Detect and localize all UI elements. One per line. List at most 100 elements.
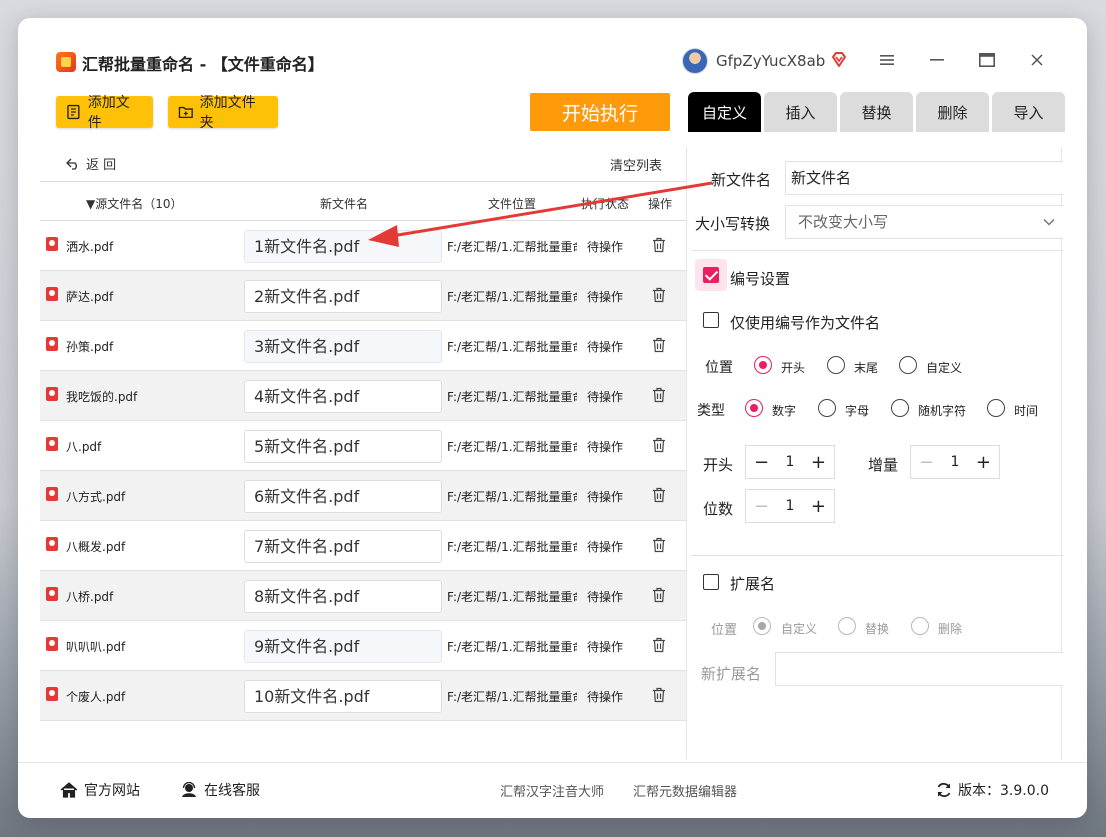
plus-icon[interactable]: + bbox=[811, 452, 826, 473]
tab-delete[interactable]: 删除 bbox=[916, 92, 989, 132]
table-row[interactable]: 八概发.pdf 7新文件名.pdf F:/老汇帮/1.汇帮批量重命名 待操作 bbox=[40, 521, 686, 571]
divider bbox=[691, 250, 1063, 251]
ext-radio-custom[interactable] bbox=[753, 617, 771, 635]
tab-custom[interactable]: 自定义 bbox=[688, 92, 761, 132]
new-file-name[interactable]: 5新文件名.pdf bbox=[244, 430, 442, 463]
back-label: 返 回 bbox=[86, 158, 117, 173]
trash-icon[interactable] bbox=[652, 637, 666, 653]
plus-icon[interactable]: + bbox=[976, 452, 991, 473]
file-location: F:/老汇帮/1.汇帮批量重命名 bbox=[447, 240, 577, 254]
table-row[interactable]: 个废人.pdf 10新文件名.pdf F:/老汇帮/1.汇帮批量重命名 待操作 bbox=[40, 671, 686, 721]
increment-stepper[interactable]: − 1 + bbox=[910, 445, 1000, 479]
table-row[interactable]: 我吃饭的.pdf 4新文件名.pdf F:/老汇帮/1.汇帮批量重命名 待操作 bbox=[40, 371, 686, 421]
table-header: ▼源文件名（10） 新文件名 文件位置 执行状态 操作 bbox=[40, 181, 686, 221]
online-service-label: 在线客服 bbox=[204, 783, 260, 799]
new-file-name[interactable]: 1新文件名.pdf bbox=[244, 230, 442, 263]
table-row[interactable]: 萨达.pdf 2新文件名.pdf F:/老汇帮/1.汇帮批量重命名 待操作 bbox=[40, 271, 686, 321]
position-radio-start[interactable] bbox=[754, 356, 772, 374]
increment-value[interactable]: 1 bbox=[951, 454, 960, 470]
start-stepper[interactable]: − 1 + bbox=[745, 445, 835, 479]
ext-radio-replace[interactable] bbox=[838, 617, 856, 635]
trash-icon[interactable] bbox=[652, 587, 666, 603]
add-folder-button[interactable]: 添加文件夹 bbox=[168, 95, 278, 131]
new-file-name[interactable]: 10新文件名.pdf bbox=[244, 680, 442, 713]
maximize-icon[interactable] bbox=[975, 48, 999, 72]
position-radio-end[interactable] bbox=[827, 356, 845, 374]
exec-status: 待操作 bbox=[587, 240, 624, 254]
version-label: 版本：3.9.0.0 bbox=[958, 783, 1049, 799]
new-name-input[interactable]: 新文件名 bbox=[785, 161, 1063, 195]
trash-icon[interactable] bbox=[652, 287, 666, 303]
exec-status: 待操作 bbox=[587, 490, 624, 504]
minus-icon[interactable]: − bbox=[754, 452, 769, 473]
back-button[interactable]: 返 回 bbox=[66, 154, 116, 173]
version-info[interactable]: 版本：3.9.0.0 bbox=[936, 780, 1049, 800]
add-file-button[interactable]: 添加文件 bbox=[56, 95, 153, 131]
minimize-icon[interactable] bbox=[925, 48, 949, 72]
source-header-label: 源文件名（10） bbox=[95, 197, 183, 211]
minus-icon[interactable]: − bbox=[919, 452, 934, 473]
trash-icon[interactable] bbox=[652, 387, 666, 403]
trash-icon[interactable] bbox=[652, 237, 666, 253]
start-execute-button[interactable]: 开始执行 bbox=[530, 93, 670, 131]
vip-diamond-icon[interactable] bbox=[830, 51, 848, 69]
trash-icon[interactable] bbox=[652, 487, 666, 503]
file-location: F:/老汇帮/1.汇帮批量重命名 bbox=[447, 440, 577, 454]
position-label: 位置 bbox=[705, 360, 733, 376]
user-avatar[interactable] bbox=[682, 48, 708, 74]
tab-import[interactable]: 导入 bbox=[992, 92, 1065, 132]
online-service-link[interactable]: 在线客服 bbox=[180, 780, 260, 800]
menu-icon[interactable] bbox=[875, 48, 899, 72]
trash-icon[interactable] bbox=[652, 337, 666, 353]
case-label: 大小写转换 bbox=[695, 215, 771, 233]
new-file-name[interactable]: 2新文件名.pdf bbox=[244, 280, 442, 313]
table-row[interactable]: 洒水.pdf 1新文件名.pdf F:/老汇帮/1.汇帮批量重命名 待操作 bbox=[40, 221, 686, 271]
trash-icon[interactable] bbox=[652, 537, 666, 553]
minus-icon[interactable]: − bbox=[754, 496, 769, 517]
exec-status: 待操作 bbox=[587, 590, 624, 604]
type-radio-letter[interactable] bbox=[818, 399, 836, 417]
add-folder-label: 添加文件夹 bbox=[199, 95, 256, 131]
new-file-name[interactable]: 9新文件名.pdf bbox=[244, 630, 442, 663]
start-value[interactable]: 1 bbox=[786, 454, 795, 470]
exec-status: 待操作 bbox=[587, 290, 624, 304]
table-row[interactable]: 叭叭叭.pdf 9新文件名.pdf F:/老汇帮/1.汇帮批量重命名 待操作 bbox=[40, 621, 686, 671]
case-select[interactable]: 不改变大小写 bbox=[785, 205, 1063, 239]
extension-checkbox[interactable] bbox=[703, 574, 719, 590]
plus-icon[interactable]: + bbox=[811, 496, 826, 517]
table-row[interactable]: 八桥.pdf 8新文件名.pdf F:/老汇帮/1.汇帮批量重命名 待操作 bbox=[40, 571, 686, 621]
tab-insert[interactable]: 插入 bbox=[764, 92, 837, 132]
pdf-file-icon bbox=[46, 637, 58, 651]
sort-source-header[interactable]: ▼源文件名（10） bbox=[86, 195, 183, 212]
ext-position-label: 位置 bbox=[711, 623, 738, 638]
trash-icon[interactable] bbox=[652, 437, 666, 453]
type-radio-number[interactable] bbox=[745, 399, 763, 417]
new-ext-input[interactable] bbox=[775, 652, 1063, 686]
source-file-name: 八概发.pdf bbox=[66, 540, 126, 554]
tab-replace[interactable]: 替换 bbox=[840, 92, 913, 132]
username[interactable]: GfpZyYucX8ab bbox=[716, 52, 825, 70]
new-file-name[interactable]: 6新文件名.pdf bbox=[244, 480, 442, 513]
metadata-editor-link[interactable]: 汇帮元数据编辑器 bbox=[633, 781, 737, 800]
close-icon[interactable] bbox=[1025, 48, 1049, 72]
type-radio-time[interactable] bbox=[987, 399, 1005, 417]
new-file-name[interactable]: 8新文件名.pdf bbox=[244, 580, 442, 613]
digits-value[interactable]: 1 bbox=[786, 498, 795, 514]
new-file-name[interactable]: 7新文件名.pdf bbox=[244, 530, 442, 563]
new-file-name[interactable]: 4新文件名.pdf bbox=[244, 380, 442, 413]
trash-icon[interactable] bbox=[652, 687, 666, 703]
digits-stepper[interactable]: − 1 + bbox=[745, 489, 835, 523]
table-row[interactable]: 八方式.pdf 6新文件名.pdf F:/老汇帮/1.汇帮批量重命名 待操作 bbox=[40, 471, 686, 521]
table-row[interactable]: 八.pdf 5新文件名.pdf F:/老汇帮/1.汇帮批量重命名 待操作 bbox=[40, 421, 686, 471]
pinyin-app-link[interactable]: 汇帮汉字注音大师 bbox=[500, 781, 604, 800]
clear-list-button[interactable]: 清空列表 bbox=[610, 155, 662, 174]
source-file-name: 洒水.pdf bbox=[66, 240, 114, 254]
new-file-name[interactable]: 3新文件名.pdf bbox=[244, 330, 442, 363]
position-radio-custom[interactable] bbox=[899, 356, 917, 374]
numbering-checkbox[interactable] bbox=[703, 267, 719, 283]
table-row[interactable]: 孙策.pdf 3新文件名.pdf F:/老汇帮/1.汇帮批量重命名 待操作 bbox=[40, 321, 686, 371]
official-website-link[interactable]: 官方网站 bbox=[60, 780, 140, 800]
type-radio-random[interactable] bbox=[891, 399, 909, 417]
only-number-checkbox[interactable] bbox=[703, 312, 719, 328]
ext-radio-delete[interactable] bbox=[911, 617, 929, 635]
